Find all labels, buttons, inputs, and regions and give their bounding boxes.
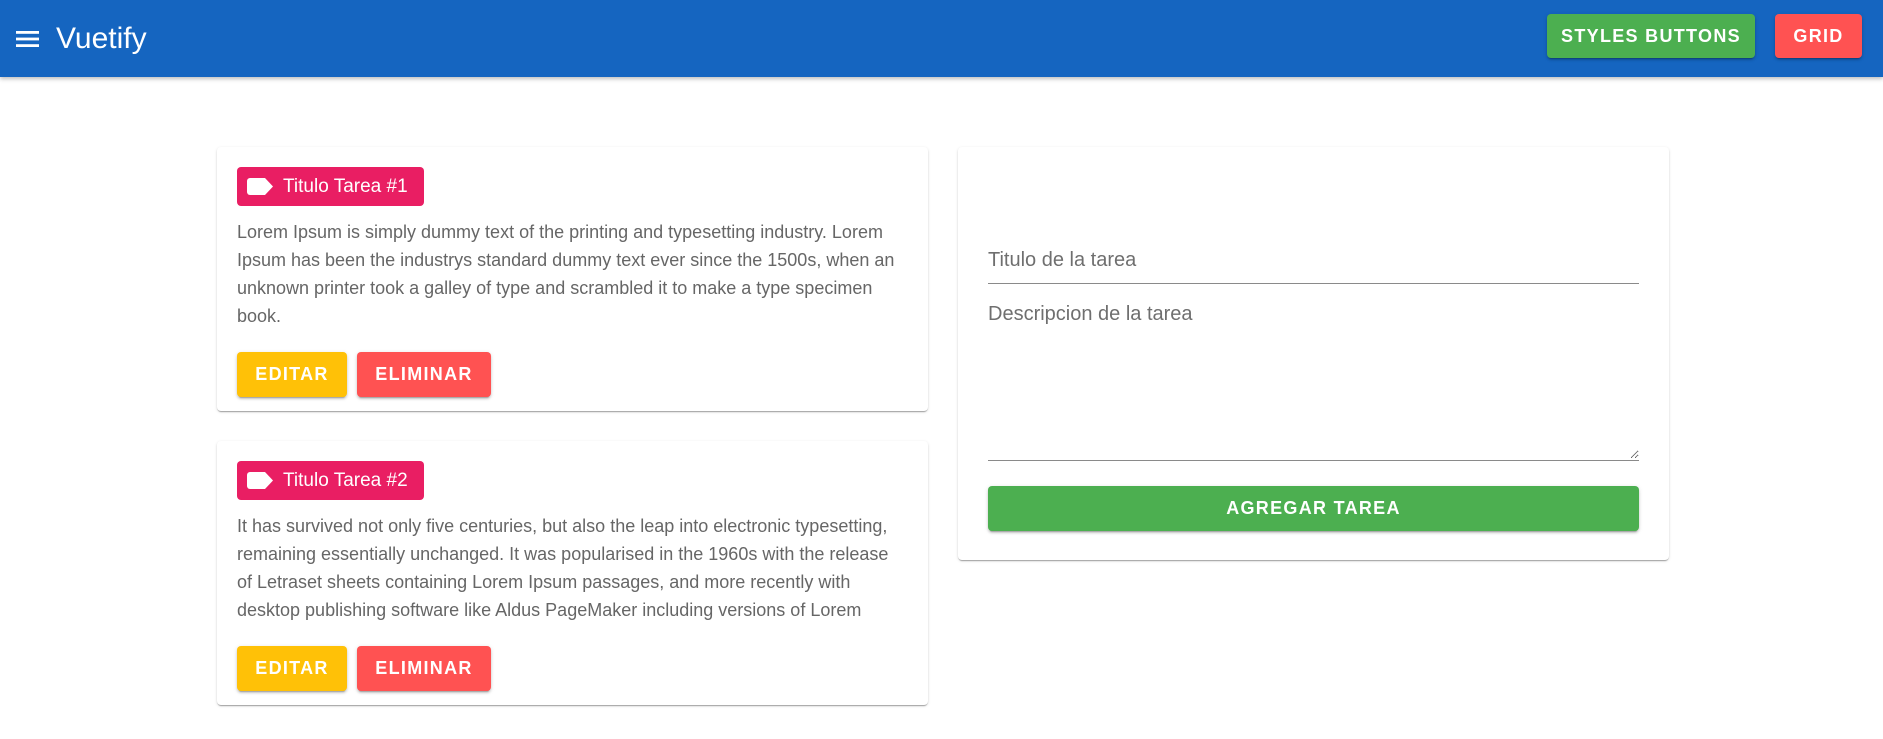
task-title-chip[interactable]: Titulo Tarea #1 bbox=[237, 167, 424, 206]
task-description-field bbox=[988, 287, 1639, 461]
menu-button[interactable] bbox=[0, 0, 56, 77]
task-description-input[interactable] bbox=[988, 287, 1639, 459]
task-title-input[interactable] bbox=[988, 245, 1639, 275]
styles-buttons-button[interactable]: STYLES BUTTONS bbox=[1547, 14, 1755, 58]
task-description: It has survived not only five centuries,… bbox=[237, 516, 889, 620]
task-form-card: AGREGAR TAREA bbox=[958, 147, 1669, 560]
task-actions: EDITAR ELIMINAR bbox=[237, 646, 908, 691]
task-card: Titulo Tarea #1 Lorem Ipsum is simply du… bbox=[217, 147, 928, 411]
task-actions: EDITAR ELIMINAR bbox=[237, 352, 908, 397]
app-bar-actions: STYLES BUTTONS GRID bbox=[1547, 14, 1862, 58]
menu-icon bbox=[16, 30, 39, 47]
task-description: Lorem Ipsum is simply dummy text of the … bbox=[237, 222, 895, 326]
edit-button[interactable]: EDITAR bbox=[237, 646, 347, 691]
app-title: Vuetify bbox=[56, 21, 147, 55]
task-title: Titulo Tarea #2 bbox=[283, 469, 408, 491]
delete-button[interactable]: ELIMINAR bbox=[357, 352, 491, 397]
label-icon bbox=[247, 472, 273, 489]
task-title-chip[interactable]: Titulo Tarea #2 bbox=[237, 461, 424, 500]
app-bar: Vuetify STYLES BUTTONS GRID bbox=[0, 0, 1883, 77]
edit-button[interactable]: EDITAR bbox=[237, 352, 347, 397]
grid-button[interactable]: GRID bbox=[1775, 14, 1862, 58]
delete-button[interactable]: ELIMINAR bbox=[357, 646, 491, 691]
task-title-field bbox=[988, 202, 1639, 284]
task-card: Titulo Tarea #2 It has survived not only… bbox=[217, 441, 928, 705]
add-task-button[interactable]: AGREGAR TAREA bbox=[988, 486, 1639, 531]
label-icon bbox=[247, 178, 273, 195]
task-title: Titulo Tarea #1 bbox=[283, 175, 408, 197]
